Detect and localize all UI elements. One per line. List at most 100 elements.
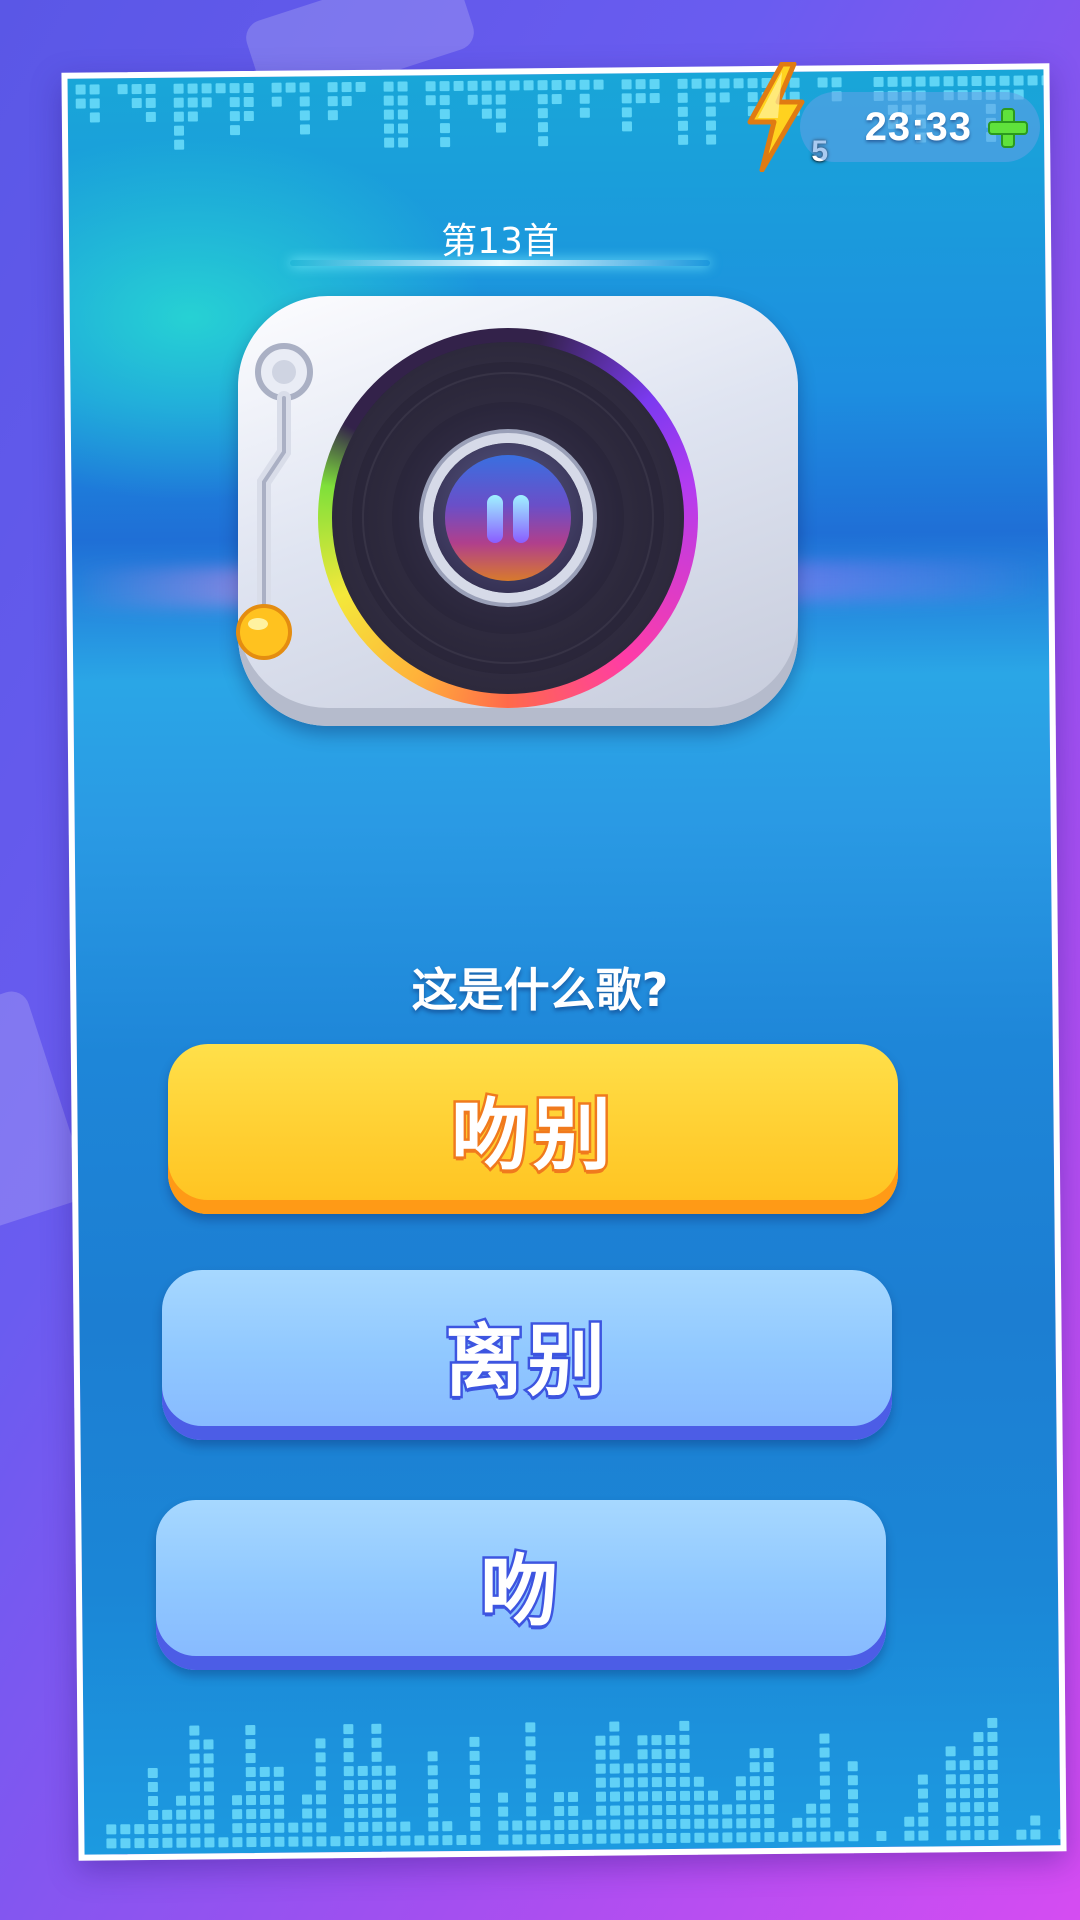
equalizer-pixel	[176, 1809, 187, 1820]
equalizer-pixel	[302, 1822, 313, 1833]
equalizer-pixel	[901, 76, 912, 87]
answer-option-1[interactable]: 吻别	[168, 1044, 898, 1214]
equalizer-pixel	[428, 1835, 439, 1846]
equalizer-pixel	[946, 1816, 957, 1827]
equalizer-pixel	[679, 1762, 690, 1773]
equalizer-pixel	[651, 1749, 662, 1760]
equalizer-pixel	[637, 1749, 648, 1760]
equalizer-pixel	[204, 1809, 215, 1820]
equalizer-pixel	[428, 1821, 439, 1832]
equalizer-pixel	[495, 108, 506, 119]
equalizer-pixel	[735, 1790, 747, 1801]
equalizer-pixel	[959, 1774, 970, 1785]
equalizer-pixel	[596, 1833, 607, 1844]
equalizer-pixel	[595, 1735, 606, 1746]
equalizer-pixel	[708, 1818, 719, 1829]
equalizer-pixel	[820, 1817, 831, 1828]
equalizer-pixel	[649, 93, 660, 104]
equalizer-pixel	[537, 94, 548, 105]
equalizer-pixel	[609, 1735, 620, 1746]
equalizer-pixel	[371, 1751, 382, 1762]
equalizer-pixel	[343, 1752, 354, 1763]
equalizer-pixel	[635, 93, 646, 104]
pause-button[interactable]	[433, 443, 583, 593]
equalizer-pixel	[526, 1834, 537, 1845]
equalizer-pixel	[523, 80, 534, 91]
equalizer-pixel	[358, 1835, 369, 1847]
equalizer-pixel	[847, 1789, 859, 1800]
equalizer-pixel	[467, 94, 478, 105]
answer-option-2[interactable]: 离别	[162, 1270, 892, 1440]
equalizer-pixel	[525, 1722, 536, 1733]
equalizer-pixel	[819, 1761, 830, 1772]
equalizer-pixel	[987, 1773, 998, 1784]
equalizer-pixel	[397, 109, 408, 120]
equalizer-pixel	[693, 1776, 704, 1787]
equalizer-pixel	[229, 111, 240, 122]
equalizer-pixel	[357, 1793, 369, 1805]
equalizer-pixel	[189, 1781, 200, 1792]
equalizer-pixel	[344, 1808, 355, 1819]
equalizer-pixel	[134, 1838, 145, 1849]
equalizer-pixel	[679, 1720, 690, 1731]
equalizer-pixel	[637, 1735, 648, 1746]
equalizer-pixel	[260, 1808, 271, 1819]
equalizer-pixel	[75, 98, 86, 109]
equalizer-pixel	[708, 1804, 719, 1815]
equalizer-pixel	[344, 1836, 355, 1847]
equalizer-pixel	[820, 1803, 831, 1814]
equalizer-pixel	[495, 122, 507, 133]
equalizer-pixel	[960, 1816, 971, 1827]
equalizer-pixel	[245, 1780, 256, 1792]
answer-label: 离别	[442, 1315, 609, 1410]
equalizer-pixel	[679, 1776, 690, 1787]
equalizer-pixel	[553, 1792, 565, 1803]
equalizer-pixel	[749, 1748, 760, 1759]
answer-option-3[interactable]: 吻	[156, 1500, 886, 1670]
equalizer-pixel	[1027, 75, 1038, 86]
equalizer-pixel	[131, 98, 142, 109]
equalizer-pixel	[848, 1817, 859, 1828]
equalizer-pixel	[1030, 1815, 1041, 1826]
equalizer-pixel	[987, 1731, 998, 1742]
equalizer-pixel	[201, 97, 212, 108]
equalizer-pixel	[959, 1788, 971, 1799]
equalizer-pixel	[372, 1821, 383, 1832]
equalizer-pixel	[372, 1807, 383, 1818]
equalizer-pixel	[610, 1819, 621, 1830]
equalizer-pixel	[134, 1824, 145, 1835]
equalizer-pixel	[162, 1837, 173, 1848]
equalizer-pixel	[243, 110, 254, 122]
equalizer-pixel	[246, 1836, 257, 1848]
equalizer-pixel	[820, 1831, 831, 1842]
equalizer-pixel	[792, 1831, 803, 1842]
equalizer-pixel	[946, 1830, 957, 1841]
equalizer-pixel	[271, 82, 282, 93]
equalizer-pixel	[677, 92, 688, 103]
equalizer-pixel	[469, 1778, 480, 1789]
equalizer-pixel	[397, 123, 409, 134]
add-energy-plus-icon[interactable]	[984, 104, 1030, 150]
equalizer-pixel	[316, 1808, 327, 1819]
equalizer-pixel	[708, 1832, 719, 1843]
song-number: 第13首	[441, 221, 559, 262]
equalizer-pixel	[621, 79, 632, 90]
equalizer-pixel	[706, 134, 717, 145]
equalizer-pixel	[638, 1833, 649, 1844]
equalizer-pixel	[386, 1807, 397, 1818]
equalizer-pixel	[694, 1804, 705, 1815]
equalizer-pixel	[677, 120, 689, 131]
equalizer-pixel	[665, 1762, 676, 1774]
equalizer-pixel	[568, 1805, 579, 1816]
equalizer-pixel	[959, 1760, 970, 1771]
equalizer-pixel	[174, 139, 185, 150]
equalizer-pixel	[987, 1745, 998, 1756]
equalizer-pixel	[1041, 75, 1052, 86]
equalizer-pixel	[315, 1738, 326, 1749]
equalizer-pixel	[203, 1781, 214, 1792]
equalizer-pixel	[260, 1822, 271, 1833]
equalizer-pixel	[707, 1790, 719, 1801]
equalizer-pixel	[579, 93, 590, 104]
equalizer-pixel	[943, 76, 954, 87]
equalizer-pixel	[89, 98, 100, 109]
